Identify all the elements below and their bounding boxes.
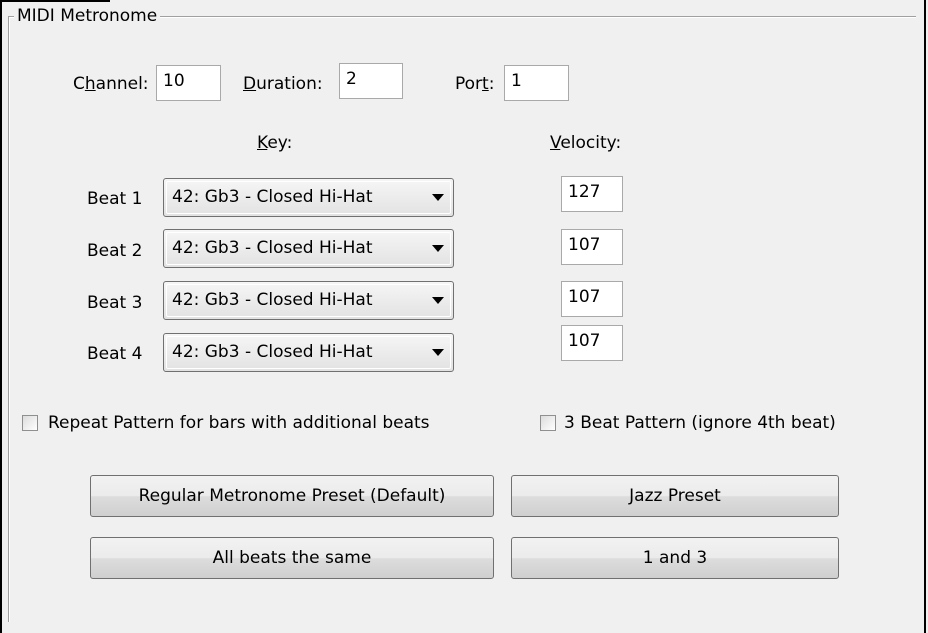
beat-4-key-value: 42: Gb3 - Closed Hi-Hat bbox=[172, 342, 373, 362]
window-border-top bbox=[0, 0, 110, 2]
midi-metronome-panel: MIDI Metronome Channel: 10 Duration: 2 P… bbox=[0, 0, 928, 633]
channel-input[interactable]: 10 bbox=[156, 65, 221, 101]
beat-3-key-value: 42: Gb3 - Closed Hi-Hat bbox=[172, 290, 373, 310]
chevron-down-icon bbox=[432, 297, 444, 304]
duration-label: Duration: bbox=[243, 74, 323, 94]
three-beat-checkbox[interactable] bbox=[540, 415, 556, 431]
chevron-down-icon bbox=[432, 245, 444, 252]
chevron-down-icon bbox=[432, 349, 444, 356]
port-input[interactable]: 1 bbox=[504, 65, 569, 101]
beat-1-label: Beat 1 bbox=[87, 189, 143, 209]
group-title: MIDI Metronome bbox=[14, 6, 161, 26]
three-beat-label: 3 Beat Pattern (ignore 4th beat) bbox=[564, 413, 836, 433]
velocity-header: Velocity: bbox=[550, 133, 622, 153]
beat-1-key-select[interactable]: 42: Gb3 - Closed Hi-Hat bbox=[163, 178, 454, 217]
beat-4-label: Beat 4 bbox=[87, 344, 143, 364]
beat-1-velocity-input[interactable]: 127 bbox=[561, 176, 623, 212]
beat-3-key-select[interactable]: 42: Gb3 - Closed Hi-Hat bbox=[163, 281, 454, 320]
group-box bbox=[8, 16, 916, 622]
beat-2-key-value: 42: Gb3 - Closed Hi-Hat bbox=[172, 238, 373, 258]
beat-4-velocity-input[interactable]: 107 bbox=[561, 325, 623, 361]
chevron-down-icon bbox=[432, 194, 444, 201]
jazz-preset-button[interactable]: Jazz Preset bbox=[511, 475, 839, 517]
channel-label: Channel: bbox=[73, 74, 149, 94]
repeat-pattern-label: Repeat Pattern for bars with additional … bbox=[48, 413, 430, 433]
beat-2-key-select[interactable]: 42: Gb3 - Closed Hi-Hat bbox=[163, 229, 454, 268]
window-border-right bbox=[924, 0, 926, 633]
regular-preset-button[interactable]: Regular Metronome Preset (Default) bbox=[90, 475, 494, 517]
key-header: Key: bbox=[257, 133, 293, 153]
one-and-three-button[interactable]: 1 and 3 bbox=[511, 537, 839, 579]
beat-4-key-select[interactable]: 42: Gb3 - Closed Hi-Hat bbox=[163, 333, 454, 372]
port-label: Port: bbox=[455, 74, 495, 94]
all-beats-same-button[interactable]: All beats the same bbox=[90, 537, 494, 579]
repeat-pattern-checkbox[interactable] bbox=[22, 415, 38, 431]
beat-2-label: Beat 2 bbox=[87, 241, 143, 261]
beat-1-key-value: 42: Gb3 - Closed Hi-Hat bbox=[172, 187, 373, 207]
duration-input[interactable]: 2 bbox=[339, 63, 403, 99]
beat-3-velocity-input[interactable]: 107 bbox=[561, 281, 623, 317]
beat-3-label: Beat 3 bbox=[87, 293, 143, 313]
beat-2-velocity-input[interactable]: 107 bbox=[561, 229, 623, 265]
window-border-left bbox=[0, 0, 2, 633]
